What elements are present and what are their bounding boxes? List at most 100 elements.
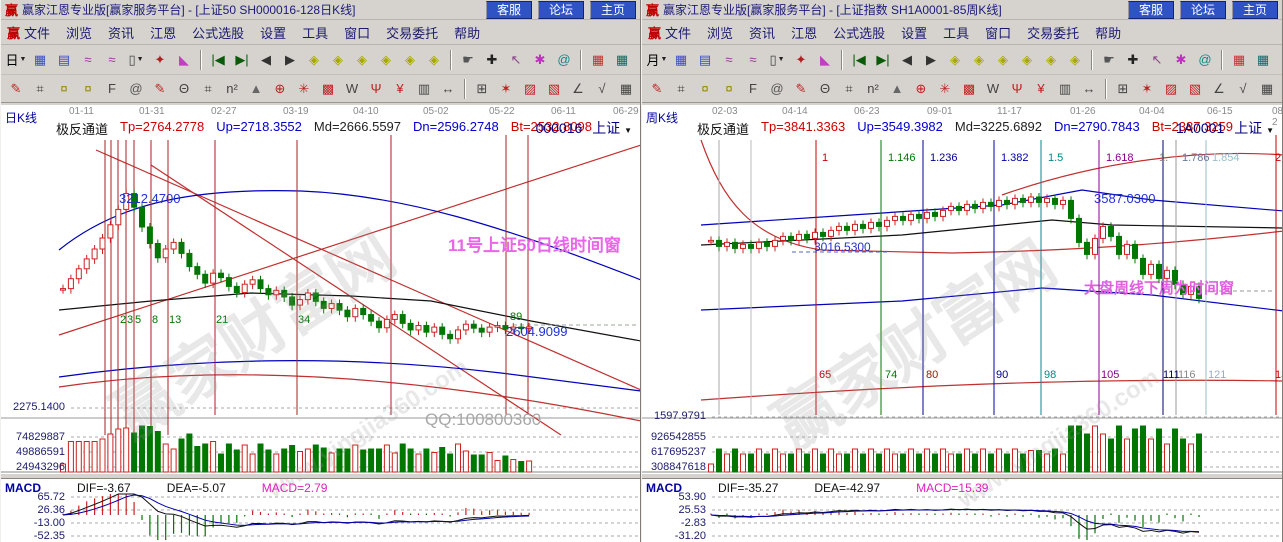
forum-button[interactable]: 论坛: [1180, 1, 1226, 19]
calculator-icon[interactable]: ▦: [611, 49, 633, 70]
notebook-icon[interactable]: ▤: [1276, 49, 1282, 70]
chart-area-weekly[interactable]: 赢家财富网 www.yingjia360.com: [642, 105, 1282, 542]
grid-tool-icon[interactable]: ⌗: [670, 78, 692, 99]
menu-item[interactable]: 浏览: [707, 23, 733, 42]
gann-arrow-3-icon[interactable]: ◈: [992, 49, 1014, 70]
home-button[interactable]: 主页: [590, 1, 636, 19]
rays-icon[interactable]: ✶: [1136, 78, 1158, 99]
gold-section-icon[interactable]: ¤: [77, 78, 99, 99]
symbol-selector[interactable]: 1A0001 上证 ▼: [1176, 118, 1274, 138]
menu-item[interactable]: 浏览: [66, 23, 92, 42]
menu-item[interactable]: 设置: [260, 23, 286, 42]
pane-separator[interactable]: [642, 473, 1282, 479]
dropdown-arrow-icon[interactable]: ▼: [778, 56, 785, 63]
go-first-icon[interactable]: |◀: [848, 49, 870, 70]
wave-count-icon[interactable]: W: [341, 78, 363, 99]
title-bar[interactable]: 赢 赢家江恩专业版[赢家服务平台] - [上证50 SH000016-128日K…: [1, 0, 640, 20]
prev-icon[interactable]: ◀: [255, 49, 277, 70]
menu-item[interactable]: 工具: [943, 23, 969, 42]
hand-icon[interactable]: ☛: [1098, 49, 1120, 70]
dropdown-arrow-icon[interactable]: ▼: [661, 56, 668, 63]
menu-item[interactable]: 设置: [901, 23, 927, 42]
notebook-icon[interactable]: ▤: [635, 49, 640, 70]
color-chart-icon[interactable]: ◣: [173, 49, 195, 70]
pattern-icon[interactable]: @: [553, 49, 575, 70]
callout-icon[interactable]: ↖: [505, 49, 527, 70]
gold-section-icon[interactable]: ¤: [718, 78, 740, 99]
dropdown-arrow-icon[interactable]: ▼: [20, 56, 27, 63]
ruler-icon[interactable]: ▥: [1054, 78, 1076, 99]
matrix-icon[interactable]: ▩: [317, 78, 339, 99]
net-icon[interactable]: ▦: [670, 49, 692, 70]
service-button[interactable]: 客服: [486, 1, 532, 19]
shade2-icon[interactable]: ▧: [1184, 78, 1206, 99]
menu-item[interactable]: 资讯: [749, 23, 775, 42]
go-first-icon[interactable]: |◀: [207, 49, 229, 70]
shade2-icon[interactable]: ▧: [543, 78, 565, 99]
radial-icon[interactable]: ✳: [293, 78, 315, 99]
target-icon[interactable]: ⊕: [269, 78, 291, 99]
gann-tool-icon[interactable]: ✦: [790, 49, 812, 70]
notes-icon[interactable]: ▤: [53, 49, 75, 70]
mirror-icon[interactable]: ▲: [886, 78, 908, 99]
dropdown-arrow-icon[interactable]: ▼: [137, 56, 144, 63]
gann-arrow-2-icon[interactable]: ◈: [968, 49, 990, 70]
gann-arrow-4-icon[interactable]: ◈: [375, 49, 397, 70]
pattern-icon[interactable]: @: [1194, 49, 1216, 70]
menu-item[interactable]: 文件: [24, 23, 50, 42]
menu-item[interactable]: 公式选股: [192, 23, 244, 42]
wave-3-icon[interactable]: ≈: [718, 49, 740, 70]
gold-grid-icon[interactable]: ¤: [53, 78, 75, 99]
service-button[interactable]: 客服: [1128, 1, 1174, 19]
grid-a-icon[interactable]: ▦: [1256, 78, 1278, 99]
gold-grid-icon[interactable]: ¤: [694, 78, 716, 99]
gann-tool-icon[interactable]: ✦: [149, 49, 171, 70]
wave-3-icon[interactable]: ≈: [77, 49, 99, 70]
width-icon[interactable]: ↔: [437, 78, 459, 99]
time-grid-icon[interactable]: ⌗: [197, 78, 219, 99]
mirror-icon[interactable]: ▲: [245, 78, 267, 99]
net-icon[interactable]: ▦: [29, 49, 51, 70]
target-icon[interactable]: ⊕: [910, 78, 932, 99]
draw-line-icon[interactable]: ✎: [5, 78, 27, 99]
next-icon[interactable]: ▶: [920, 49, 942, 70]
menu-item[interactable]: 帮助: [454, 23, 480, 42]
square-n2-icon[interactable]: n²: [221, 78, 243, 99]
window-tool-icon[interactable]: ⊞: [1112, 78, 1134, 99]
gann-arrow-5-icon[interactable]: ◈: [1040, 49, 1062, 70]
shade-icon[interactable]: ▨: [519, 78, 541, 99]
menu-item[interactable]: 资讯: [108, 23, 134, 42]
menu-item[interactable]: 交易委托: [1027, 23, 1079, 42]
pencil-measure-icon[interactable]: ✎: [149, 78, 171, 99]
wave-9-icon[interactable]: ≈: [101, 49, 123, 70]
winner-icon[interactable]: ¥: [389, 78, 411, 99]
go-last-icon[interactable]: ▶|: [231, 49, 253, 70]
candle-period-icon[interactable]: ▯▼: [766, 49, 788, 70]
callout-icon[interactable]: ↖: [1146, 49, 1168, 70]
menu-item[interactable]: 窗口: [344, 23, 370, 42]
window-tool-icon[interactable]: ⊞: [471, 78, 493, 99]
gann-arrow-1-icon[interactable]: ◈: [303, 49, 325, 70]
next-icon[interactable]: ▶: [279, 49, 301, 70]
gann-arrow-6-icon[interactable]: ◈: [1064, 49, 1086, 70]
wave-icon[interactable]: √: [1232, 78, 1254, 99]
chart-area-daily[interactable]: 赢家财富网 www.yingjia360.com: [1, 105, 640, 542]
gann-arrow-1-icon[interactable]: ◈: [944, 49, 966, 70]
grid-b-icon[interactable]: ▩: [639, 78, 640, 99]
pane-separator[interactable]: [1, 473, 640, 479]
fibonacci-icon[interactable]: F: [742, 78, 764, 99]
menu-item[interactable]: 工具: [302, 23, 328, 42]
title-bar[interactable]: 赢 赢家江恩专业版[赢家服务平台] - [上证指数 SH1A0001-85周K线…: [642, 0, 1282, 20]
gann-arrow-3-icon[interactable]: ◈: [351, 49, 373, 70]
menu-item[interactable]: 窗口: [985, 23, 1011, 42]
home-button[interactable]: 主页: [1232, 1, 1278, 19]
menu-item[interactable]: 公式选股: [833, 23, 885, 42]
calendar-icon[interactable]: ▦: [587, 49, 609, 70]
color-chart-icon[interactable]: ◣: [814, 49, 836, 70]
period-button[interactable]: 月▼: [646, 49, 668, 70]
square-n2-icon[interactable]: n²: [862, 78, 884, 99]
menu-item[interactable]: 交易委托: [386, 23, 438, 42]
crosshair-icon[interactable]: ✚: [481, 49, 503, 70]
wave-9-icon[interactable]: ≈: [742, 49, 764, 70]
calculator-icon[interactable]: ▦: [1252, 49, 1274, 70]
